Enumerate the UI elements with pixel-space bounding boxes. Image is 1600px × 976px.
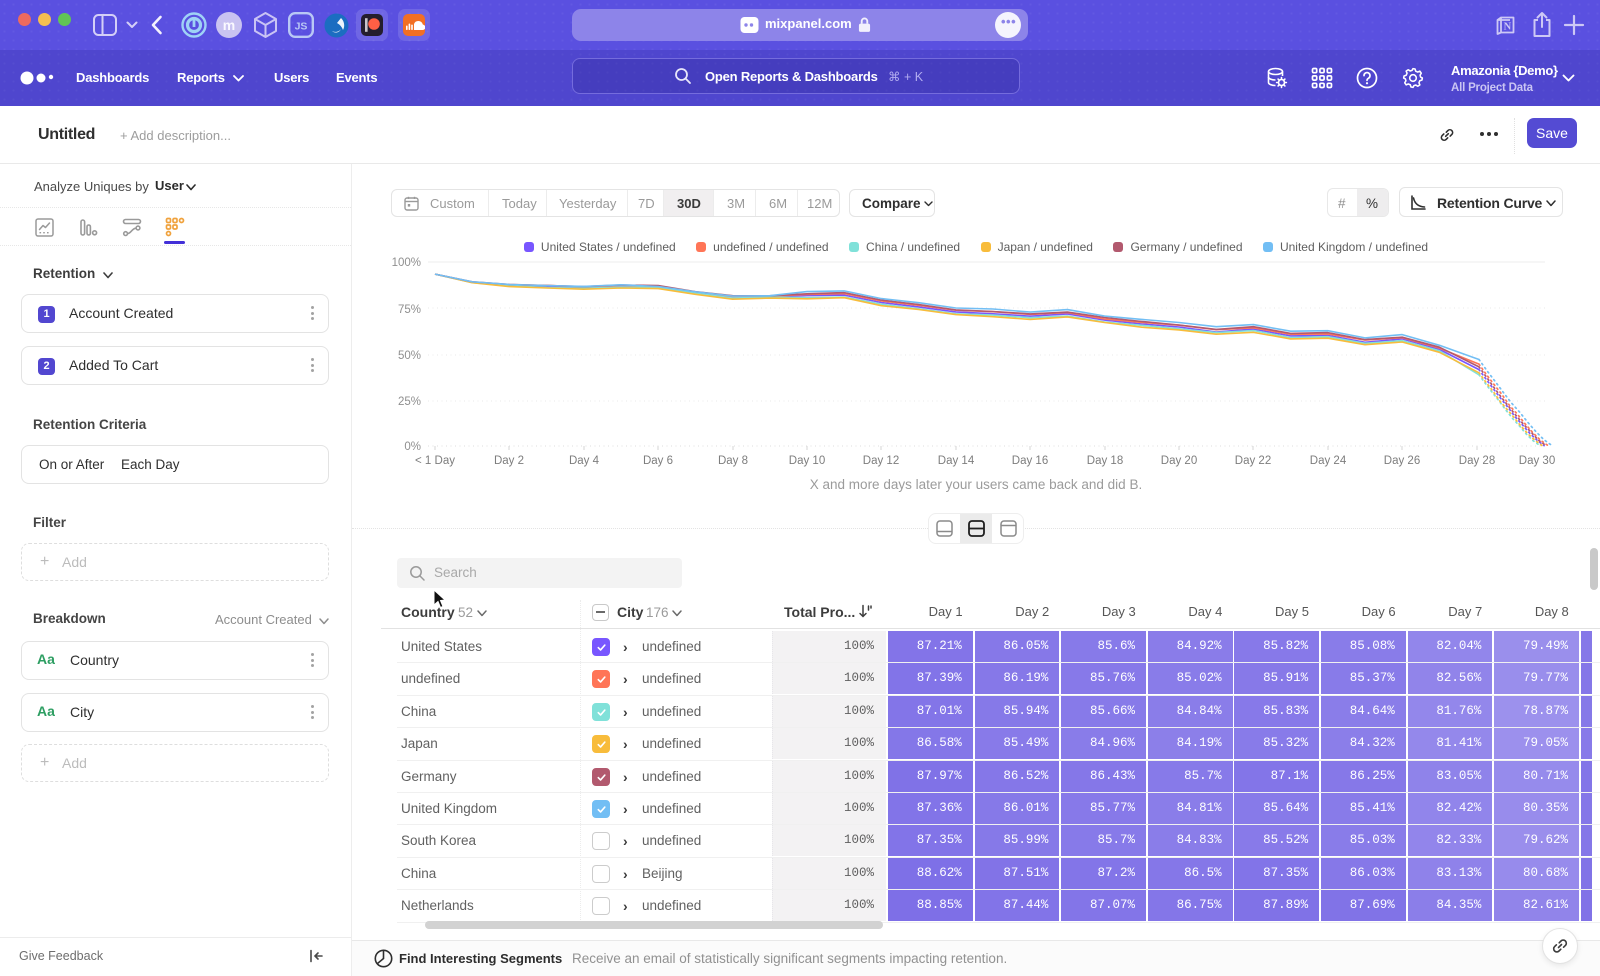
svg-text:Day 14: Day 14 (938, 455, 975, 467)
svg-text:Day 4: Day 4 (569, 455, 600, 467)
svg-text:0%: 0% (404, 441, 421, 453)
svg-text:Day 26: Day 26 (1384, 455, 1420, 467)
svg-text:Day 12: Day 12 (863, 455, 899, 467)
svg-text:Day 6: Day 6 (643, 455, 673, 467)
svg-text:Day 20: Day 20 (1161, 455, 1197, 467)
svg-text:Day 8: Day 8 (718, 455, 748, 467)
svg-text:100%: 100% (392, 257, 421, 269)
svg-text:Day 24: Day 24 (1310, 455, 1347, 467)
svg-text:Day 22: Day 22 (1235, 455, 1271, 467)
svg-text:75%: 75% (398, 304, 421, 316)
svg-text:N: N (1504, 21, 1512, 32)
svg-text:< 1 Day: < 1 Day (415, 455, 455, 467)
svg-text:25%: 25% (398, 396, 421, 408)
svg-text:Day 28: Day 28 (1459, 455, 1495, 467)
svg-text:Day 10: Day 10 (789, 455, 825, 467)
svg-text:JS: JS (295, 21, 308, 33)
svg-text:50%: 50% (398, 350, 421, 362)
svg-text:Day 30: Day 30 (1519, 455, 1555, 467)
svg-text:Day 2: Day 2 (494, 455, 524, 467)
svg-text:Day 18: Day 18 (1087, 455, 1123, 467)
svg-text:Day 16: Day 16 (1012, 455, 1048, 467)
